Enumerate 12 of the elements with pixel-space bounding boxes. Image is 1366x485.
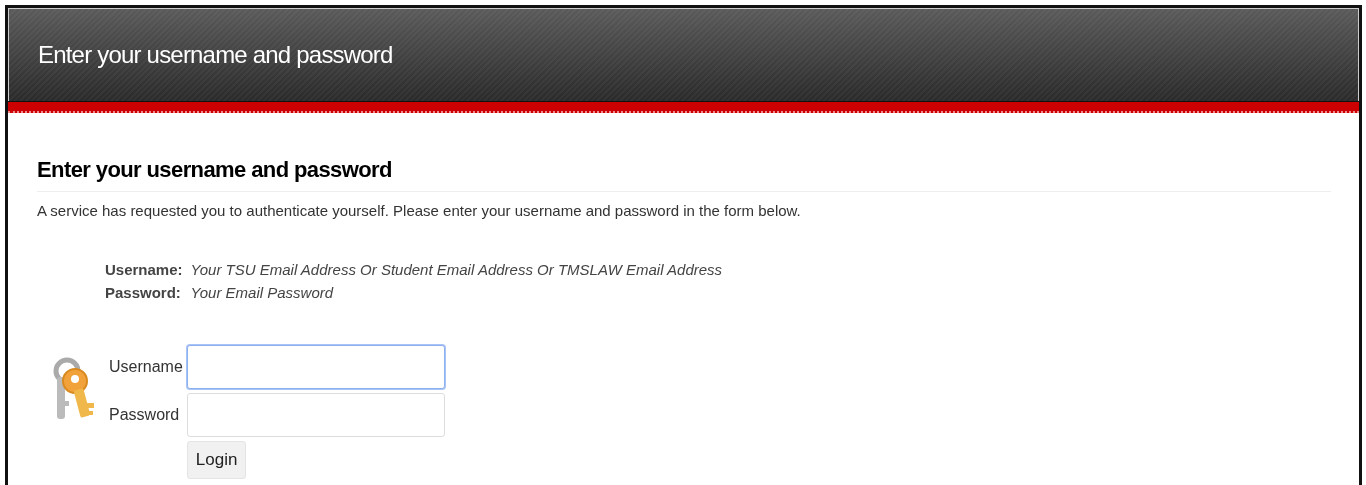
field-label: Password [109, 406, 181, 424]
hint-label: Password: [105, 284, 182, 301]
input-field[interactable] [186, 393, 445, 437]
field-label: Username [109, 358, 183, 376]
header-title: Enter your username and password [38, 41, 393, 69]
hint-label: Username: [105, 261, 183, 278]
page-heading: Enter your username and password [37, 157, 1331, 192]
input-field[interactable] [186, 345, 445, 389]
hint-text: Your Email Password [190, 284, 335, 301]
hint-text: Your TSU Email Address Or Student Email Address Or TMSLAW Email Address [190, 261, 723, 278]
intro-text: A service has requested you to authenticate yourself. Please enter your username and password in the form below. [37, 202, 802, 219]
login-button[interactable]: Login [186, 441, 247, 479]
